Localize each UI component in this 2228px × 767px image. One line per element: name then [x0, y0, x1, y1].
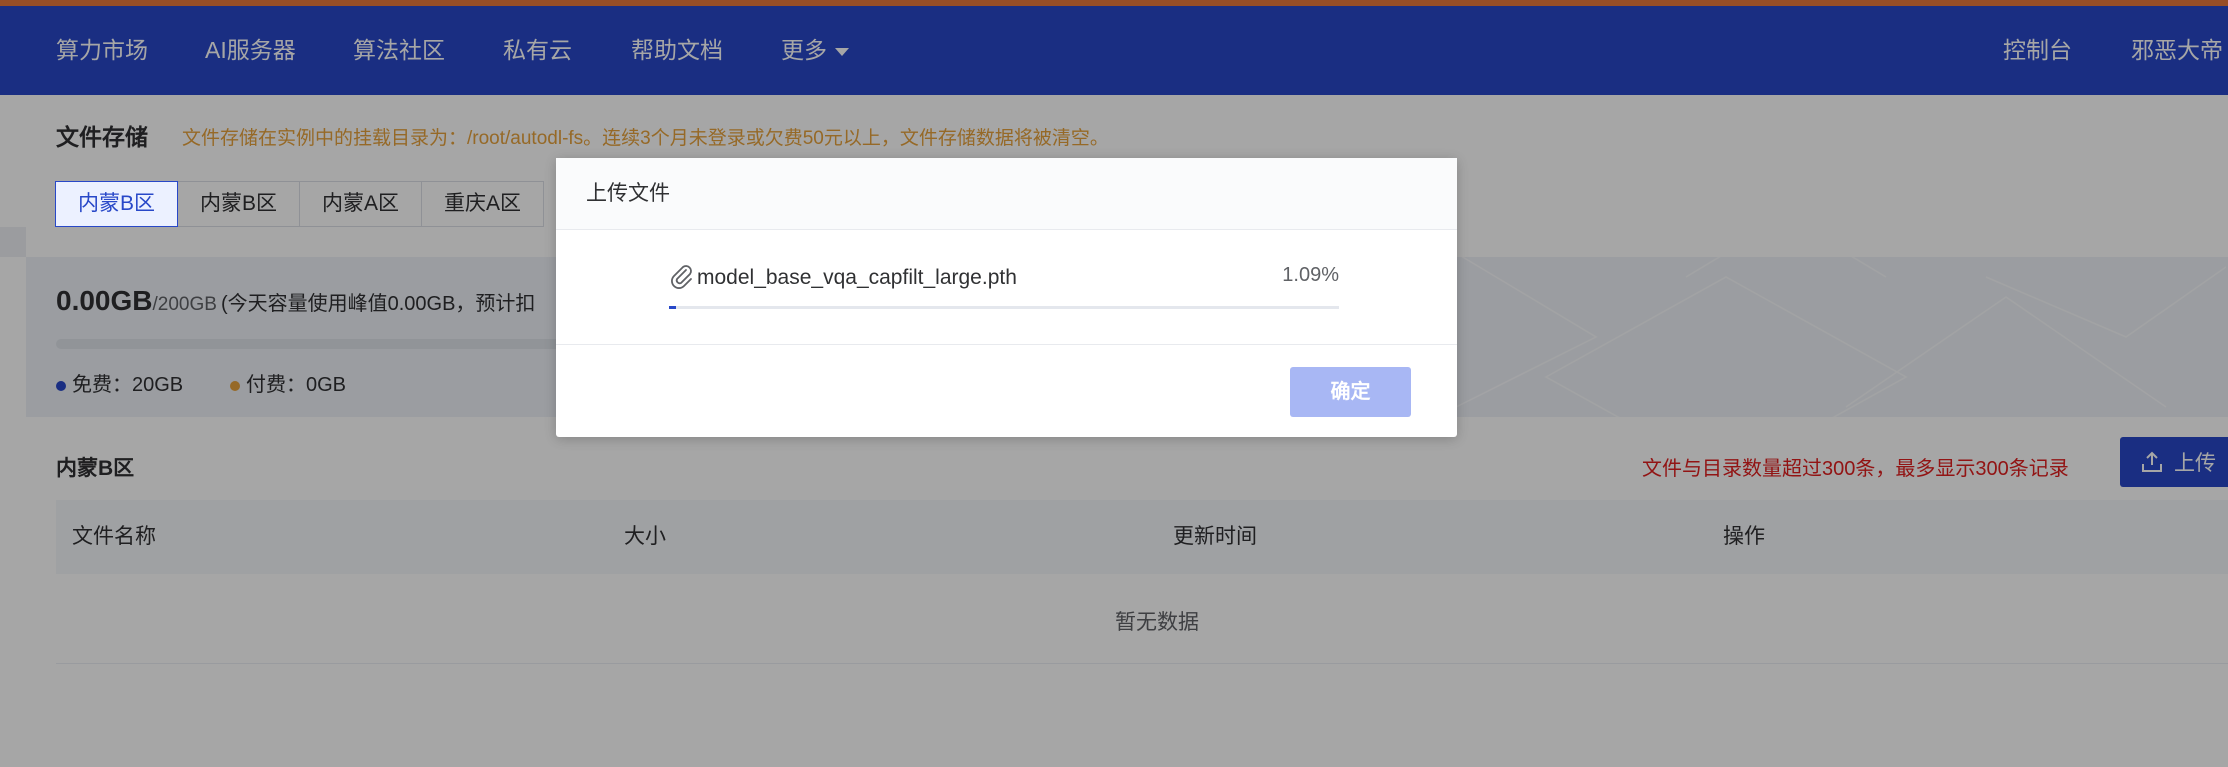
confirm-button[interactable]: 确定 [1290, 367, 1411, 417]
dialog-title: 上传文件 [556, 158, 1457, 230]
upload-dialog: 上传文件 model_base_vqa_capfilt_large.pth 1.… [556, 158, 1457, 437]
upload-progress-bar [669, 306, 1339, 309]
paperclip-icon [671, 265, 692, 289]
upload-percent: 1.09% [1282, 264, 1339, 286]
upload-file-name: model_base_vqa_capfilt_large.pth [697, 266, 1017, 289]
upload-progress-fill [669, 306, 677, 309]
upload-file-item: model_base_vqa_capfilt_large.pth 1.09% [669, 264, 1339, 294]
dialog-body: model_base_vqa_capfilt_large.pth 1.09% [556, 230, 1457, 345]
tab-region-0[interactable]: 内蒙B区 [55, 181, 179, 227]
